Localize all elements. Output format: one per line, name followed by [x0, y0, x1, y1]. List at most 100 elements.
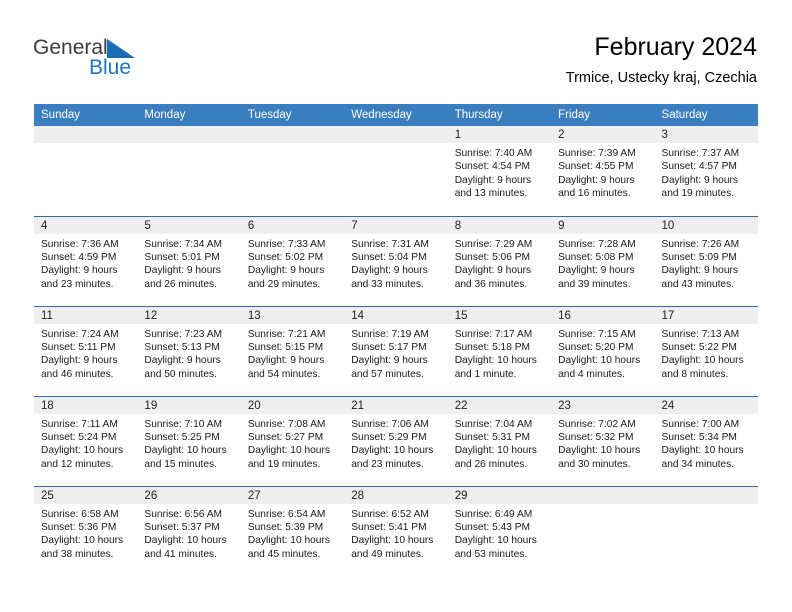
calendar-day[interactable]: 1 Sunrise: 7:40 AM Sunset: 4:54 PM Daylight… — [447, 126, 552, 215]
calendar-day-cell[interactable]: 6 Sunrise: 7:33 AM Sunset: 5:02 PM Daylight… — [240, 215, 345, 306]
general-blue-logo[interactable]: General Blue — [33, 36, 213, 88]
calendar-day[interactable]: 24 Sunrise: 7:00 AM Sunset: 5:34 PM Dayligh… — [654, 396, 758, 486]
calendar-day[interactable]: 10 Sunrise: 7:26 AM Sunset: 5:09 PM Dayligh… — [654, 216, 758, 306]
calendar-day-cell[interactable]: 11 Sunrise: 7:24 AM Sunset: 5:11 PM Dayligh… — [34, 305, 138, 396]
sunset-text: Sunset: 5:27 PM — [247, 431, 324, 443]
calendar-day[interactable]: 13 Sunrise: 7:21 AM Sunset: 5:15 PM Dayligh… — [240, 306, 345, 396]
calendar-day[interactable]: 2 Sunrise: 7:39 AM Sunset: 4:55 PM Daylight… — [551, 126, 655, 215]
calendar-day-cell[interactable]: 17 Sunrise: 7:13 AM Sunset: 5:22 PM Dayligh… — [654, 305, 758, 396]
calendar-day[interactable]: 9 Sunrise: 7:28 AM Sunset: 5:08 PM Daylight… — [551, 216, 655, 306]
calendar-day[interactable]: 18 Sunrise: 7:11 AM Sunset: 5:24 PM Dayligh… — [34, 396, 138, 486]
sunrise-text: Sunrise: 6:49 AM — [454, 508, 533, 520]
page-title: February 2024 — [594, 33, 757, 61]
calendar-day[interactable]: 12 Sunrise: 7:23 AM Sunset: 5:13 PM Dayligh… — [137, 306, 241, 396]
calendar-day-cell[interactable]: 29 Sunrise: 6:49 AM Sunset: 5:43 PM Dayligh… — [447, 485, 552, 576]
sunrise-text: Sunrise: 7:02 AM — [558, 418, 636, 430]
weekday-header-thursday: Thursday — [447, 104, 552, 126]
calendar-day-cell[interactable]: 12 Sunrise: 7:23 AM Sunset: 5:13 PM Dayligh… — [137, 305, 241, 396]
page-subtitle: Trmice, Ustecky kraj, Czechia — [565, 70, 757, 86]
day-number — [551, 486, 655, 504]
daylight-text-line1: Daylight: 9 hours — [351, 355, 428, 367]
calendar-day[interactable]: 3 Sunrise: 7:37 AM Sunset: 4:57 PM Daylight… — [654, 126, 758, 215]
calendar-day-cell[interactable]: 19 Sunrise: 7:10 AM Sunset: 5:25 PM Dayligh… — [137, 395, 241, 486]
sunrise-text: Sunrise: 7:08 AM — [247, 418, 326, 430]
daylight-text-line2: and 15 minutes. — [144, 458, 217, 470]
daylight-text-line1: Daylight: 9 hours — [41, 355, 118, 367]
daylight-text-line1: Daylight: 10 hours — [454, 535, 537, 547]
calendar-day-cell[interactable]: 3 Sunrise: 7:37 AM Sunset: 4:57 PM Daylight… — [654, 126, 758, 216]
calendar-day-cell[interactable] — [240, 126, 345, 216]
sunrise-text: Sunrise: 6:56 AM — [144, 508, 223, 520]
sunset-text: Sunset: 5:22 PM — [661, 341, 737, 353]
calendar-day[interactable]: 7 Sunrise: 7:31 AM Sunset: 5:04 PM Daylight… — [344, 216, 448, 306]
sunset-text: Sunset: 4:54 PM — [454, 161, 531, 173]
calendar-day-cell[interactable]: 2 Sunrise: 7:39 AM Sunset: 4:55 PM Daylight… — [551, 126, 655, 216]
calendar-day-empty — [240, 126, 345, 215]
calendar-day[interactable]: 6 Sunrise: 7:33 AM Sunset: 5:02 PM Daylight… — [240, 216, 345, 306]
calendar-day-cell[interactable]: 26 Sunrise: 6:56 AM Sunset: 5:37 PM Dayligh… — [137, 485, 241, 576]
day-sun-info: Sunrise: 6:49 AM Sunset: 5:43 PM Daylight:… — [448, 504, 551, 562]
calendar-day[interactable]: 5 Sunrise: 7:34 AM Sunset: 5:01 PM Daylight… — [137, 216, 241, 306]
sunset-text: Sunset: 5:06 PM — [454, 251, 531, 263]
calendar-day-cell[interactable] — [654, 485, 758, 576]
sunset-text: Sunset: 5:37 PM — [144, 521, 220, 533]
calendar-day-cell[interactable]: 1 Sunrise: 7:40 AM Sunset: 4:54 PM Daylight… — [447, 126, 552, 216]
calendar-day-cell[interactable]: 18 Sunrise: 7:11 AM Sunset: 5:24 PM Dayligh… — [34, 395, 138, 486]
calendar-day[interactable]: 15 Sunrise: 7:17 AM Sunset: 5:18 PM Dayligh… — [447, 306, 552, 396]
day-number: 8 — [447, 216, 552, 234]
calendar-day[interactable]: 14 Sunrise: 7:19 AM Sunset: 5:17 PM Dayligh… — [344, 306, 448, 396]
calendar-day-cell[interactable]: 13 Sunrise: 7:21 AM Sunset: 5:15 PM Dayligh… — [240, 305, 345, 396]
day-number: 1 — [447, 126, 552, 143]
calendar-day-cell[interactable]: 14 Sunrise: 7:19 AM Sunset: 5:17 PM Dayligh… — [344, 305, 448, 396]
calendar-day-cell[interactable]: 24 Sunrise: 7:00 AM Sunset: 5:34 PM Dayligh… — [654, 395, 758, 486]
daylight-text-line2: and 33 minutes. — [351, 278, 424, 290]
calendar-day-cell[interactable]: 27 Sunrise: 6:54 AM Sunset: 5:39 PM Dayligh… — [240, 485, 345, 576]
calendar-day[interactable]: 21 Sunrise: 7:06 AM Sunset: 5:29 PM Dayligh… — [344, 396, 448, 486]
calendar-day[interactable]: 4 Sunrise: 7:36 AM Sunset: 4:59 PM Daylight… — [34, 216, 138, 306]
calendar-day[interactable]: 8 Sunrise: 7:29 AM Sunset: 5:06 PM Daylight… — [447, 216, 552, 306]
calendar-day[interactable]: 29 Sunrise: 6:49 AM Sunset: 5:43 PM Dayligh… — [447, 486, 552, 576]
calendar-day-cell[interactable] — [137, 126, 241, 216]
calendar-day-cell[interactable]: 20 Sunrise: 7:08 AM Sunset: 5:27 PM Dayligh… — [240, 395, 345, 486]
day-sun-info: Sunrise: 7:13 AM Sunset: 5:22 PM Daylight:… — [655, 324, 758, 382]
calendar-day-cell[interactable]: 28 Sunrise: 6:52 AM Sunset: 5:41 PM Dayligh… — [344, 485, 448, 576]
calendar-day[interactable]: 25 Sunrise: 6:58 AM Sunset: 5:36 PM Dayligh… — [34, 486, 138, 576]
calendar-day[interactable]: 28 Sunrise: 6:52 AM Sunset: 5:41 PM Dayligh… — [344, 486, 448, 576]
calendar-day-cell[interactable]: 7 Sunrise: 7:31 AM Sunset: 5:04 PM Daylight… — [344, 215, 448, 306]
day-sun-info: Sunrise: 7:31 AM Sunset: 5:04 PM Daylight:… — [344, 234, 447, 292]
calendar-day-cell[interactable]: 15 Sunrise: 7:17 AM Sunset: 5:18 PM Dayligh… — [447, 305, 552, 396]
calendar-day-cell[interactable]: 25 Sunrise: 6:58 AM Sunset: 5:36 PM Dayligh… — [34, 485, 138, 576]
daylight-text-line2: and 1 minute. — [454, 368, 517, 380]
calendar-day-cell[interactable]: 16 Sunrise: 7:15 AM Sunset: 5:20 PM Dayligh… — [551, 305, 655, 396]
calendar-day-cell[interactable] — [344, 126, 448, 216]
calendar-day[interactable]: 22 Sunrise: 7:04 AM Sunset: 5:31 PM Dayligh… — [447, 396, 552, 486]
calendar-day-cell[interactable] — [551, 485, 655, 576]
calendar-day[interactable]: 23 Sunrise: 7:02 AM Sunset: 5:32 PM Dayligh… — [551, 396, 655, 486]
calendar-day-cell[interactable]: 21 Sunrise: 7:06 AM Sunset: 5:29 PM Dayligh… — [344, 395, 448, 486]
sunrise-text: Sunrise: 7:04 AM — [454, 418, 533, 430]
calendar-day-cell[interactable]: 22 Sunrise: 7:04 AM Sunset: 5:31 PM Dayligh… — [447, 395, 552, 486]
calendar-day-cell[interactable]: 23 Sunrise: 7:02 AM Sunset: 5:32 PM Dayligh… — [551, 395, 655, 486]
day-number: 6 — [240, 216, 345, 234]
calendar-day[interactable]: 19 Sunrise: 7:10 AM Sunset: 5:25 PM Dayligh… — [137, 396, 241, 486]
daylight-text-line1: Daylight: 9 hours — [454, 265, 532, 277]
calendar-day[interactable]: 11 Sunrise: 7:24 AM Sunset: 5:11 PM Dayligh… — [34, 306, 138, 396]
calendar-day[interactable]: 16 Sunrise: 7:15 AM Sunset: 5:20 PM Dayligh… — [551, 306, 655, 396]
calendar-day-cell[interactable]: 10 Sunrise: 7:26 AM Sunset: 5:09 PM Dayligh… — [654, 215, 758, 306]
daylight-text-line2: and 45 minutes. — [247, 548, 321, 560]
sunset-text: Sunset: 4:55 PM — [558, 161, 634, 173]
calendar-day-cell[interactable]: 9 Sunrise: 7:28 AM Sunset: 5:08 PM Daylight… — [551, 215, 655, 306]
sunset-text: Sunset: 5:43 PM — [454, 521, 531, 533]
calendar-day-cell[interactable]: 8 Sunrise: 7:29 AM Sunset: 5:06 PM Daylight… — [447, 215, 552, 306]
calendar-day-cell[interactable]: 4 Sunrise: 7:36 AM Sunset: 4:59 PM Daylight… — [34, 215, 138, 306]
calendar-day[interactable]: 17 Sunrise: 7:13 AM Sunset: 5:22 PM Dayligh… — [654, 306, 758, 396]
calendar-day[interactable]: 27 Sunrise: 6:54 AM Sunset: 5:39 PM Dayligh… — [240, 486, 345, 576]
calendar-day-cell[interactable]: 5 Sunrise: 7:34 AM Sunset: 5:01 PM Daylight… — [137, 215, 241, 306]
calendar-day[interactable]: 26 Sunrise: 6:56 AM Sunset: 5:37 PM Dayligh… — [137, 486, 241, 576]
calendar-day[interactable]: 20 Sunrise: 7:08 AM Sunset: 5:27 PM Dayligh… — [240, 396, 345, 486]
calendar-day-cell[interactable] — [34, 126, 138, 216]
sunrise-text: Sunrise: 7:23 AM — [144, 328, 223, 340]
day-number: 12 — [137, 306, 241, 324]
day-sun-info: Sunrise: 7:21 AM Sunset: 5:15 PM Daylight:… — [241, 324, 344, 382]
daylight-text-line2: and 26 minutes. — [454, 458, 528, 470]
